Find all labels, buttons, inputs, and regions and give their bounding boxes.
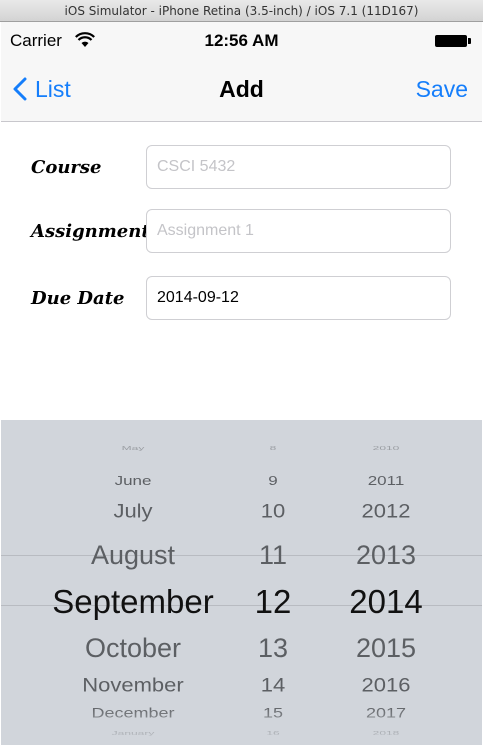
simulator-window-title: iOS Simulator - iPhone Retina (3.5-inch)… — [64, 4, 419, 18]
simulator-title-bar: iOS Simulator - iPhone Retina (3.5-inch)… — [0, 0, 483, 22]
course-field[interactable] — [146, 145, 451, 189]
picker-year-item[interactable]: 2018 — [326, 730, 446, 735]
picker-year-item[interactable]: 2011 — [326, 472, 446, 489]
picker-day-item[interactable]: 10 — [231, 498, 315, 523]
assignment-label: Assignment — [31, 221, 150, 242]
picker-year-item[interactable]: 2017 — [326, 706, 446, 721]
device-screen: Carrier 12:56 AM List Add Save Course As… — [1, 22, 482, 745]
picker-month-item[interactable]: November — [9, 672, 257, 697]
picker-day-item[interactable]: 9 — [231, 472, 315, 489]
course-label: Course — [31, 157, 102, 178]
picker-year-item[interactable]: 2013 — [326, 538, 446, 572]
save-button[interactable]: Save — [416, 76, 468, 103]
picker-month-item[interactable]: June — [9, 472, 257, 489]
due-date-label: Due Date — [31, 288, 125, 309]
navigation-bar: Carrier 12:56 AM List Add Save — [1, 22, 482, 122]
picker-month-item[interactable]: October — [9, 631, 257, 665]
picker-year-item[interactable]: 2015 — [326, 631, 446, 665]
assignment-row: Assignment — [1, 209, 482, 255]
assignment-field[interactable] — [146, 209, 451, 253]
date-picker[interactable]: May June July August September October Novembe… — [1, 420, 482, 745]
status-time: 12:56 AM — [204, 31, 279, 50]
picker-day-item[interactable]: 15 — [231, 706, 315, 721]
picker-month-item[interactable]: August — [9, 538, 257, 572]
picker-day-item[interactable]: 13 — [231, 631, 315, 665]
picker-year-item[interactable]: 2012 — [326, 498, 446, 523]
course-row: Course — [1, 145, 482, 191]
picker-month-item[interactable]: January — [9, 730, 257, 735]
picker-month-item[interactable]: December — [9, 706, 257, 721]
picker-day-item[interactable]: 11 — [231, 538, 315, 572]
picker-year-item[interactable]: 2010 — [326, 445, 446, 450]
due-date-field[interactable] — [146, 276, 451, 320]
page-title: Add — [219, 76, 264, 102]
due-date-row: Due Date — [1, 276, 482, 322]
picker-day-item[interactable]: 14 — [231, 672, 315, 697]
picker-day-item[interactable]: 8 — [231, 445, 315, 450]
battery-icon — [435, 35, 471, 47]
picker-month-item[interactable]: September — [9, 582, 257, 622]
picker-day-item[interactable]: 12 — [231, 582, 315, 622]
picker-month-item[interactable]: May — [9, 445, 257, 450]
picker-year-item[interactable]: 2016 — [326, 672, 446, 697]
picker-year-item[interactable]: 2014 — [326, 582, 446, 622]
picker-month-item[interactable]: July — [9, 498, 257, 523]
picker-day-item[interactable]: 16 — [231, 730, 315, 735]
